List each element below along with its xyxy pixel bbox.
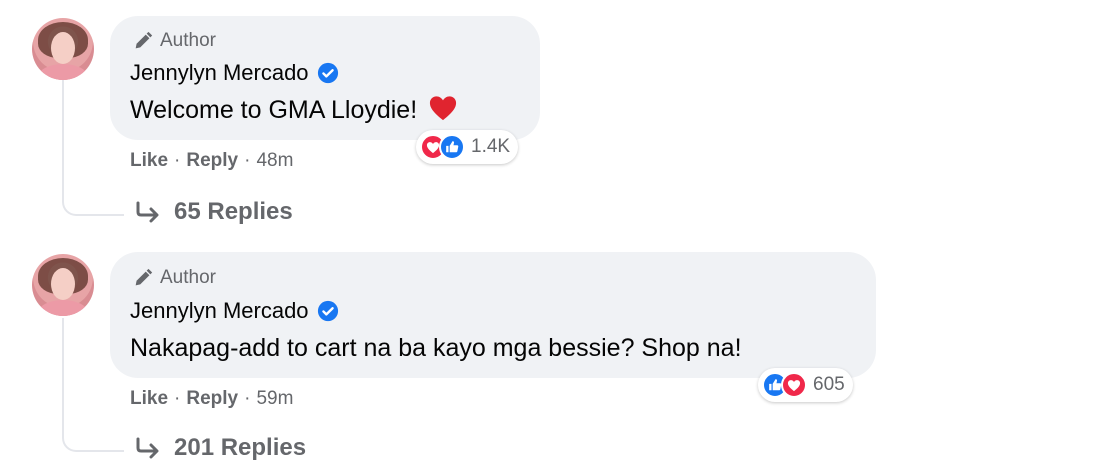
like-reaction-icon (439, 134, 465, 160)
reply-link[interactable]: Reply (186, 388, 238, 410)
author-name-row: Jennylyn Mercado (130, 60, 339, 86)
love-reaction-icon (781, 372, 807, 398)
like-link[interactable]: Like (130, 150, 168, 172)
replies-count-label: 201 Replies (174, 434, 307, 461)
reply-arrow-icon (136, 201, 159, 223)
timestamp[interactable]: 48m (256, 150, 293, 172)
reply-link[interactable]: Reply (186, 150, 238, 172)
thread-connector (62, 432, 124, 452)
author-name-row: Jennylyn Mercado (130, 298, 339, 324)
view-replies-button[interactable]: 65 Replies (134, 198, 293, 226)
comment-text: Nakapag-add to cart na ba kayo mga bessi… (130, 334, 742, 362)
author-badge-label: Author (160, 267, 216, 288)
thread-line (62, 80, 64, 200)
heart-emoji-icon (430, 96, 457, 121)
timestamp[interactable]: 59m (256, 388, 293, 410)
pen-icon (135, 31, 153, 49)
reaction-count: 605 (813, 374, 845, 395)
avatar[interactable] (32, 18, 94, 80)
thread-connector (62, 196, 124, 216)
pen-icon (135, 268, 153, 286)
separator-dot: · (174, 150, 181, 171)
comment-text-row: Nakapag-add to cart na ba kayo mga bessi… (130, 334, 742, 363)
comment-actions: Like · Reply · 48m (130, 150, 293, 172)
author-name[interactable]: Jennylyn Mercado (130, 298, 309, 324)
separator-dot: · (244, 388, 251, 409)
author-badge: Author (132, 267, 216, 289)
author-badge-label: Author (160, 30, 216, 51)
separator-dot: · (174, 388, 181, 409)
reaction-count: 1.4K (471, 136, 511, 157)
comment-actions: Like · Reply · 59m (130, 388, 293, 410)
comment-text: Welcome to GMA Lloydie! (130, 96, 418, 124)
like-link[interactable]: Like (130, 388, 168, 410)
verified-badge-icon (317, 62, 338, 84)
thread-line (62, 318, 64, 436)
reaction-summary[interactable]: 1.4K (416, 130, 519, 164)
reaction-summary[interactable]: 605 (758, 368, 853, 402)
verified-badge-icon (317, 300, 338, 322)
comment-text-row: Welcome to GMA Lloydie! (130, 94, 458, 125)
author-badge: Author (132, 30, 216, 52)
separator-dot: · (244, 150, 251, 171)
author-name[interactable]: Jennylyn Mercado (130, 60, 309, 86)
view-replies-button[interactable]: 201 Replies (134, 434, 306, 462)
replies-count-label: 65 Replies (174, 198, 293, 225)
avatar[interactable] (32, 254, 94, 316)
reply-arrow-icon (136, 437, 159, 459)
